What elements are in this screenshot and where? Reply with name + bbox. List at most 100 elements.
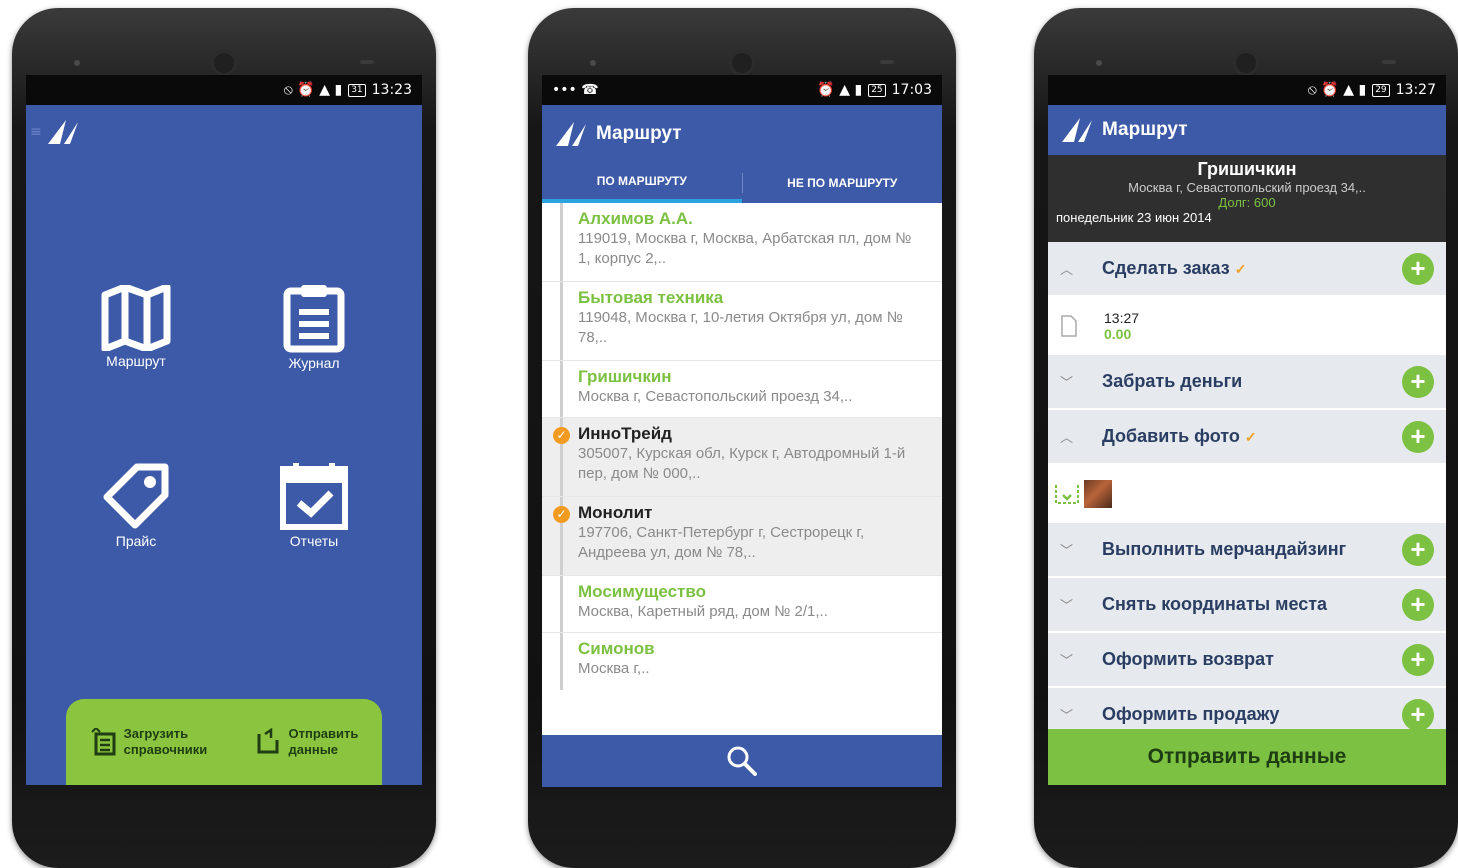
order-amount: 0.00	[1104, 326, 1132, 342]
client-list: Алхимов А.А. 119019, Москва г, Москва, А…	[542, 203, 942, 690]
phone-3: ⦸ ⏰ ▲ ▮ 29 13:27 Маршрут Гришичкин Москв…	[1034, 8, 1458, 868]
add-order-button[interactable]: +	[1402, 252, 1434, 285]
upload-icon	[257, 728, 279, 754]
client-name: Мосимущество	[578, 582, 706, 601]
merchandising-label: Выполнить мерчандайзинг	[1102, 539, 1347, 559]
sensor-slot	[880, 60, 894, 64]
list-item[interactable]: Мосимущество Москва, Каретный ряд, дом №…	[542, 576, 942, 633]
add-payment-button[interactable]: +	[1402, 365, 1434, 398]
add-merchandising-button[interactable]: +	[1402, 533, 1434, 566]
client-name: Симонов	[578, 639, 655, 658]
battery-icon: 31	[348, 83, 366, 97]
phone-1: ⦸ ⏰ ▲ ▮ 31 13:23 ≡ Маршрут Журнал Прайс …	[12, 8, 436, 868]
done-check-icon: ✓	[1234, 261, 1247, 277]
front-camera	[211, 50, 237, 76]
client-address: 119019, Москва г, Москва, Арбатская пл, …	[578, 230, 912, 267]
tab-off-route[interactable]: НЕ ПО МАРШРУТУ	[743, 163, 943, 203]
action-return[interactable]: ﹀ Оформить возврат +	[1048, 633, 1446, 688]
tile-route[interactable]: Маршрут	[76, 285, 196, 369]
status-time: 13:23	[371, 82, 412, 98]
chevron-down-icon[interactable]: ﹀	[1060, 705, 1088, 724]
send-label: Отправить данные	[289, 726, 359, 758]
client-name: ИнноТрейд	[578, 424, 672, 443]
client-address: Москва г,..	[578, 660, 650, 677]
photo-entry[interactable]	[1048, 465, 1446, 523]
load-label-1: Загрузить	[123, 726, 189, 741]
order-time: 13:27	[1104, 310, 1140, 326]
chevron-down-icon[interactable]: ﹀	[1060, 595, 1088, 614]
list-item[interactable]: Симонов Москва г,..	[542, 633, 942, 690]
client-address: 119048, Москва г, 10-летия Октября ул, д…	[578, 309, 903, 346]
list-item[interactable]: Гришичкин Москва г, Севастопольский прое…	[542, 361, 942, 418]
client-address: Москва, Каретный ряд, дом № 2/1,..	[578, 603, 828, 620]
status-icons: ⏰ ▲ ▮	[817, 82, 863, 98]
add-photo-label: Добавить фото	[1102, 426, 1240, 446]
list-item[interactable]: ✓ Монолит 197706, Санкт-Петербург г, Сес…	[542, 497, 942, 576]
notification-icons: ••• ☎	[552, 82, 599, 98]
add-sale-button[interactable]: +	[1402, 698, 1434, 731]
add-return-button[interactable]: +	[1402, 643, 1434, 676]
load-references-button[interactable]: Загрузить справочники	[90, 726, 208, 758]
client-name: Гришичкин	[578, 367, 672, 386]
action-collect-money[interactable]: ﹀ Забрать деньги +	[1048, 355, 1446, 410]
client-name: Монолит	[578, 503, 653, 522]
done-check-icon: ✓	[1244, 429, 1257, 445]
battery-icon: 29	[1372, 83, 1390, 97]
status-icons: ⦸ ⏰ ▲ ▮	[1307, 82, 1367, 98]
send-data-button[interactable]: Отправить данные	[255, 726, 359, 758]
add-photo-button[interactable]: +	[1402, 420, 1434, 453]
client-name: Алхимов А.А.	[578, 209, 693, 228]
sync-panel: Загрузить справочники Отправить данные	[66, 699, 382, 785]
battery-icon: 25	[868, 83, 886, 97]
client-address: 197706, Санкт-Петербург г, Сестрорецк г,…	[578, 524, 865, 561]
client-visit-screen: ⦸ ⏰ ▲ ▮ 29 13:27 Маршрут Гришичкин Москв…	[1048, 75, 1446, 785]
chevron-up-icon[interactable]: ︿	[1060, 427, 1088, 446]
client-address: Москва г, Севастопольский проезд 34,..	[1128, 180, 1366, 195]
front-camera	[1233, 50, 1259, 76]
make-order-label: Сделать заказ	[1102, 258, 1230, 278]
action-add-photo[interactable]: ︿ Добавить фото ✓ +	[1048, 410, 1446, 465]
list-item[interactable]: Алхимов А.А. 119019, Москва г, Москва, А…	[542, 203, 942, 282]
action-coordinates[interactable]: ﹀ Снять координаты места +	[1048, 578, 1446, 633]
search-icon[interactable]	[725, 744, 759, 778]
price-tag-icon	[103, 463, 169, 529]
chevron-down-icon[interactable]: ﹀	[1060, 650, 1088, 669]
list-item[interactable]: Бытовая техника 119048, Москва г, 10-лет…	[542, 282, 942, 361]
client-name: Гришичкин	[1197, 159, 1297, 179]
status-bar: ••• ☎ ⏰ ▲ ▮ 25 17:03	[542, 75, 942, 105]
menu-icon[interactable]: ≡	[30, 124, 42, 140]
order-entry[interactable]: 13:27 0.00	[1048, 297, 1446, 355]
timeline-line	[560, 633, 563, 690]
send-data-button[interactable]: Отправить данные	[1048, 729, 1446, 785]
client-address: Москва г, Севастопольский проезд 34,..	[578, 388, 853, 405]
chevron-down-icon[interactable]: ﹀	[1060, 372, 1088, 391]
action-merchandising[interactable]: ﹀ Выполнить мерчандайзинг +	[1048, 523, 1446, 578]
tile-label: Журнал	[288, 355, 340, 371]
download-list-icon	[90, 728, 116, 756]
chevron-down-icon[interactable]: ﹀	[1060, 540, 1088, 559]
load-label: Загрузить справочники	[124, 726, 208, 758]
send-label-1: Отправить	[288, 726, 359, 741]
tile-journal[interactable]: Журнал	[254, 283, 374, 371]
tile-reports[interactable]: Отчеты	[254, 461, 374, 549]
pending-check-icon: ✓	[553, 506, 570, 523]
phone-2: ••• ☎ ⏰ ▲ ▮ 25 17:03 Маршрут ПО МАРШРУТУ…	[528, 8, 956, 868]
timeline-line	[560, 576, 563, 632]
clipboard-icon	[283, 285, 345, 353]
tile-label: Отчеты	[289, 533, 339, 549]
pending-check-icon: ✓	[553, 427, 570, 444]
action-make-order[interactable]: ︿ Сделать заказ ✓ +	[1048, 242, 1446, 297]
add-coordinates-button[interactable]: +	[1402, 588, 1434, 621]
chevron-up-icon[interactable]: ︿	[1060, 259, 1088, 278]
action-label: Сделать заказ ✓	[1088, 258, 1402, 279]
photo-thumbnail[interactable]	[1084, 480, 1112, 508]
list-item[interactable]: ✓ ИнноТрейд 305007, Курская обл, Курск г…	[542, 418, 942, 497]
app-title: Маршрут	[1102, 119, 1188, 140]
tab-on-route[interactable]: ПО МАРШРУТУ	[542, 163, 742, 203]
sensor-dot	[74, 60, 80, 66]
tile-price[interactable]: Прайс	[76, 461, 196, 549]
app-header: ≡	[26, 105, 422, 159]
coordinates-label: Снять координаты места	[1102, 594, 1328, 614]
sensor-slot	[360, 60, 374, 64]
route-screen: ••• ☎ ⏰ ▲ ▮ 25 17:03 Маршрут ПО МАРШРУТУ…	[542, 75, 942, 787]
